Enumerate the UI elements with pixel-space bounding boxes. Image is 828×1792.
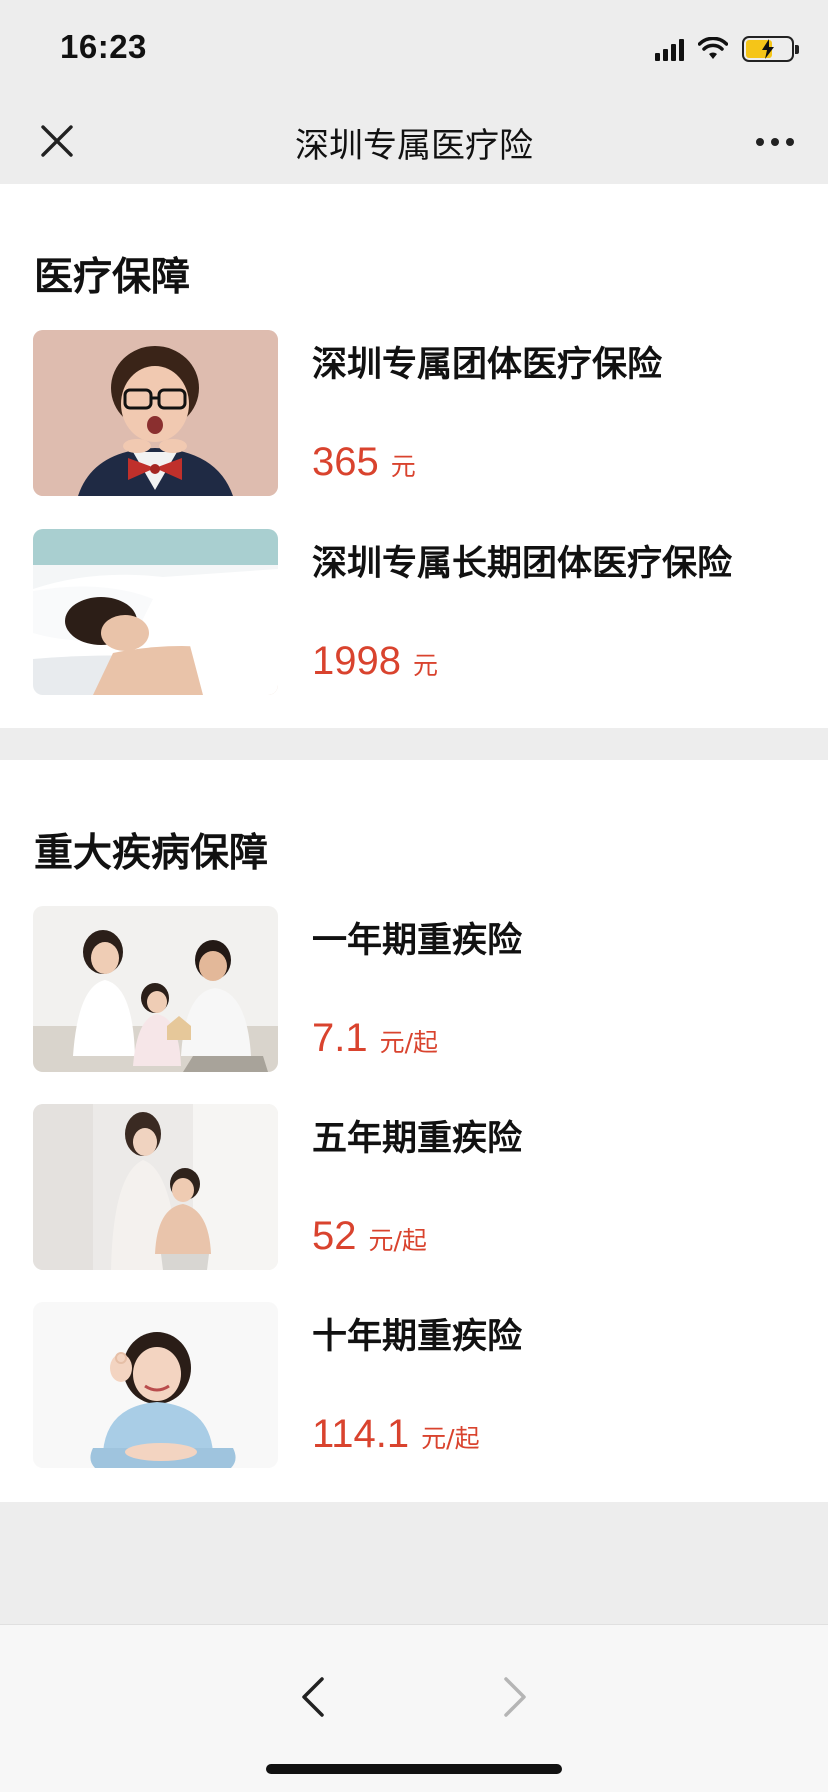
price-value: 1998 [312,639,401,683]
product-item[interactable]: 五年期重疾险 52 元/起 [0,1104,828,1270]
product-name: 深圳专属团体医疗保险 [312,345,663,385]
price-unit: 元/起 [421,1424,480,1453]
status-time: 16:23 [60,28,147,65]
price-value: 7.1 [312,1016,368,1060]
product-price: 114.1 元/起 [312,1412,480,1457]
product-price: 7.1 元/起 [312,1016,438,1061]
product-image [33,1104,278,1270]
section-title: 医疗保障 [34,255,191,300]
product-price: 1998 元 [312,639,438,684]
back-arrow-icon[interactable] [298,1675,328,1719]
product-name: 一年期重疾险 [312,921,523,961]
product-image [33,906,278,1072]
status-icons [655,34,799,64]
status-bar: 16:23 [0,0,828,100]
page-title: 深圳专属医疗险 [295,126,533,166]
price-value: 365 [312,440,379,484]
product-image [33,529,278,695]
product-name: 五年期重疾险 [312,1119,523,1159]
product-name: 深圳专属长期团体医疗保险 [312,544,733,584]
wifi-icon [698,37,728,59]
battery-icon [742,36,799,62]
home-indicator[interactable] [266,1764,562,1774]
product-price: 365 元 [312,440,416,485]
product-name: 十年期重疾险 [312,1317,523,1357]
price-value: 114.1 [312,1412,410,1456]
section-critical-illness: 重大疾病保障 一年期重疾险 7.1 元/起 五年期重疾险 52 元/起 十年期重… [0,760,828,1502]
price-unit: 元/起 [368,1226,427,1255]
more-options-icon[interactable] [756,138,794,146]
product-item[interactable]: 深圳专属团体医疗保险 365 元 [0,330,828,496]
signal-icon [655,37,684,61]
price-unit: 元/起 [379,1028,439,1057]
forward-arrow-icon[interactable] [500,1675,530,1719]
price-value: 52 [312,1214,357,1258]
product-item[interactable]: 一年期重疾险 7.1 元/起 [0,906,828,1072]
product-image [33,330,278,496]
nav-bar: 深圳专属医疗险 [0,100,828,184]
product-item[interactable]: 深圳专属长期团体医疗保险 1998 元 [0,529,828,695]
product-price: 52 元/起 [312,1214,427,1259]
product-image [33,1302,278,1468]
price-unit: 元 [390,452,416,481]
section-title: 重大疾病保障 [34,831,269,876]
product-item[interactable]: 十年期重疾险 114.1 元/起 [0,1302,828,1468]
price-unit: 元 [412,651,438,680]
section-medical: 医疗保障 深圳专属团体医疗保险 365 元 深圳专属长期团体医疗保险 1998 … [0,184,828,728]
